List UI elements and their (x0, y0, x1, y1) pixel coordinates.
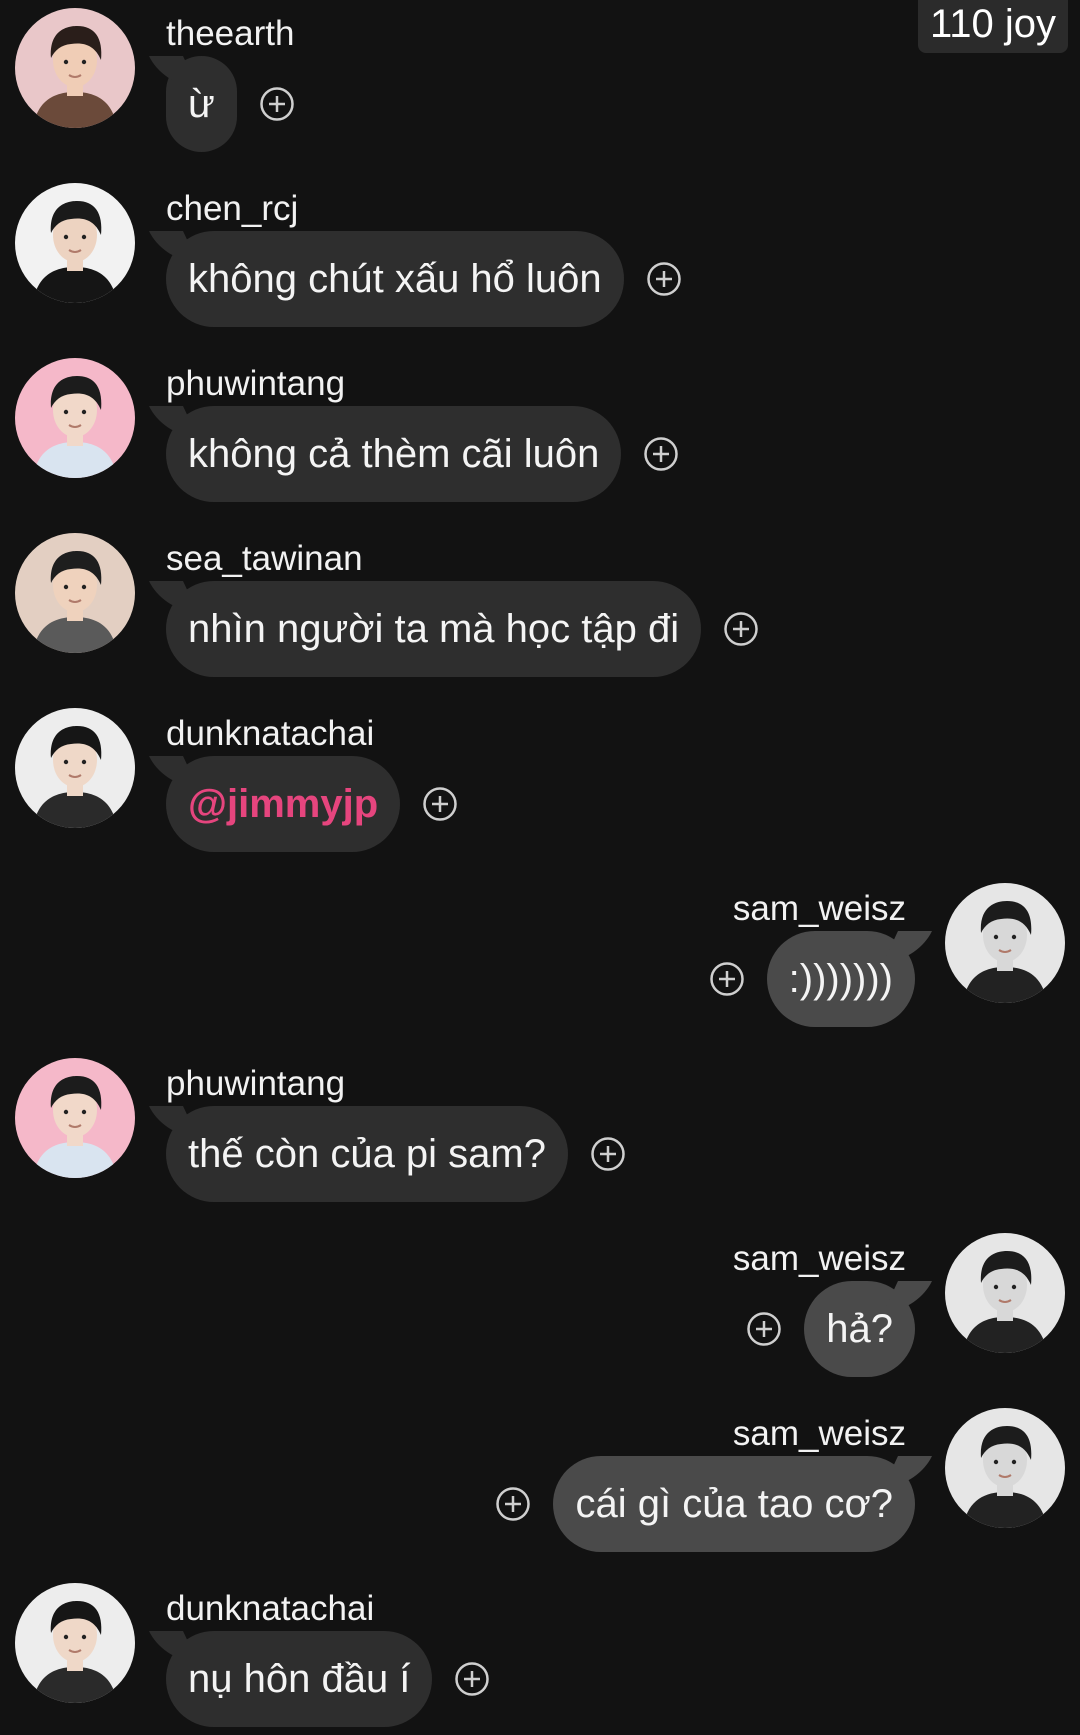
message-username[interactable]: phuwintang (166, 1064, 345, 1104)
message-bubble[interactable]: @jimmyjp (166, 756, 401, 852)
add-reaction-icon[interactable] (621, 436, 679, 472)
message-bubble[interactable]: không cả thèm cãi luôn (166, 406, 622, 502)
avatar[interactable] (945, 1408, 1065, 1528)
message-item: phuwintang không cả thèm cãi luôn (0, 350, 1080, 510)
avatar[interactable] (945, 883, 1065, 1003)
message-row: thế còn của pi sam? (166, 1106, 626, 1202)
avatar[interactable] (15, 708, 135, 828)
message-row: :))))))) (709, 931, 915, 1027)
message-row: nhìn người ta mà học tập đi (166, 581, 759, 677)
message-username[interactable]: phuwintang (166, 364, 345, 404)
add-reaction-icon[interactable] (400, 786, 458, 822)
message-text: nhìn người ta mà học tập đi (188, 607, 680, 651)
avatar[interactable] (15, 8, 135, 128)
message-bubble[interactable]: không chút xấu hổ luôn (166, 231, 624, 327)
message-text: không cả thèm cãi luôn (188, 432, 600, 476)
message-text: ừ (188, 82, 215, 126)
message-item: theearth ừ (0, 0, 1080, 160)
message-username[interactable]: sam_weisz (733, 889, 906, 929)
message-row: ừ (166, 56, 295, 152)
avatar[interactable] (15, 1583, 135, 1703)
message-item: sam_weisz cái gì của tao cơ? (0, 1400, 1080, 1560)
message-row: @jimmyjp (166, 756, 458, 852)
message-row: hả? (746, 1281, 915, 1377)
message-item: phuwintang thế còn của pi sam? (0, 1050, 1080, 1210)
message-bubble[interactable]: ừ (166, 56, 237, 152)
message-item: sea_tawinan nhìn người ta mà học tập đi (0, 525, 1080, 685)
add-reaction-icon[interactable] (709, 961, 767, 997)
message-username[interactable]: chen_rcj (166, 189, 298, 229)
message-item: sam_weisz hả? (0, 1225, 1080, 1385)
message-row: không cả thèm cãi luôn (166, 406, 679, 502)
message-bubble[interactable]: thế còn của pi sam? (166, 1106, 568, 1202)
message-text: cái gì của tao cơ? (575, 1482, 893, 1526)
message-row: cái gì của tao cơ? (495, 1456, 915, 1552)
message-row: nụ hôn đầu í (166, 1631, 490, 1727)
message-text: không chút xấu hổ luôn (188, 257, 602, 301)
message-bubble[interactable]: hả? (804, 1281, 915, 1377)
message-username[interactable]: sam_weisz (733, 1239, 906, 1279)
message-username[interactable]: dunknatachai (166, 714, 374, 754)
message-username[interactable]: sea_tawinan (166, 539, 363, 579)
message-username[interactable]: dunknatachai (166, 1589, 374, 1629)
message-text: nụ hôn đầu í (188, 1657, 411, 1701)
message-bubble[interactable]: nụ hôn đầu í (166, 1631, 433, 1727)
message-text: hả? (826, 1307, 893, 1351)
message-username[interactable]: sam_weisz (733, 1414, 906, 1454)
message-item: dunknatachai nụ hôn đầu í (0, 1575, 1080, 1735)
mention-link[interactable]: @jimmyjp (188, 782, 378, 826)
message-text: thế còn của pi sam? (188, 1132, 546, 1176)
message-username[interactable]: theearth (166, 14, 294, 54)
add-reaction-icon[interactable] (432, 1661, 490, 1697)
message-bubble[interactable]: cái gì của tao cơ? (553, 1456, 915, 1552)
message-text: :))))))) (788, 957, 893, 1001)
avatar[interactable] (15, 358, 135, 478)
add-reaction-icon[interactable] (495, 1486, 553, 1522)
avatar[interactable] (15, 533, 135, 653)
add-reaction-icon[interactable] (568, 1136, 626, 1172)
message-item: dunknatachai @jimmyjp (0, 700, 1080, 860)
message-item: chen_rcj không chút xấu hổ luôn (0, 175, 1080, 335)
add-reaction-icon[interactable] (624, 261, 682, 297)
avatar[interactable] (15, 183, 135, 303)
message-bubble[interactable]: :))))))) (766, 931, 915, 1027)
avatar[interactable] (15, 1058, 135, 1178)
message-row: không chút xấu hổ luôn (166, 231, 682, 327)
avatar[interactable] (945, 1233, 1065, 1353)
add-reaction-icon[interactable] (237, 86, 295, 122)
add-reaction-icon[interactable] (701, 611, 759, 647)
add-reaction-icon[interactable] (746, 1311, 804, 1347)
message-bubble[interactable]: nhìn người ta mà học tập đi (166, 581, 702, 677)
message-item: sam_weisz:))))))) (0, 875, 1080, 1035)
